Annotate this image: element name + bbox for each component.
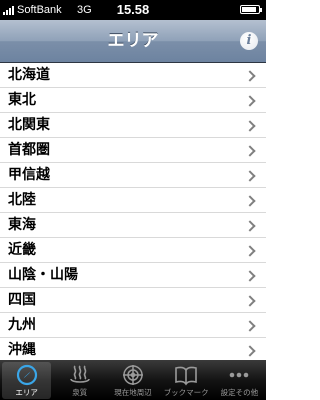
area-row[interactable]: 九州 [0,313,266,338]
area-label: 東海 [8,217,36,233]
tab-label: ブックマーク [163,388,209,397]
status-bar: SoftBank 3G 15.58 [0,0,266,20]
book-icon [174,364,198,386]
chevron-right-icon [244,220,256,232]
area-label: 東北 [8,92,36,108]
area-row[interactable]: 首都圏 [0,138,266,163]
hot-spring-icon [68,364,92,386]
area-label: 北陸 [8,192,36,208]
chevron-right-icon [244,245,256,257]
tab-item[interactable]: 現在地周辺 [106,360,159,400]
area-row[interactable]: 近畿 [0,238,266,263]
tab-item[interactable]: ブックマーク [160,360,213,400]
area-label: 四国 [8,292,36,308]
area-label: 山陰・山陽 [8,267,78,283]
chevron-right-icon [244,195,256,207]
location-radar-icon [121,364,145,386]
area-label: 九州 [8,317,36,333]
area-label: 沖縄 [8,342,36,358]
chevron-right-icon [244,95,256,107]
tab-label: 設定その他 [220,388,259,397]
area-row[interactable]: 四国 [0,288,266,313]
nav-title: エリア [107,31,159,51]
tab-item[interactable]: 泉質 [53,360,106,400]
area-row[interactable]: 北海道 [0,63,266,88]
area-row[interactable]: 山陰・山陽 [0,263,266,288]
chevron-right-icon [244,345,256,357]
area-label: 北海道 [8,67,50,83]
tab-bar: エリア 泉質 現在地周辺 ブックマーク 設定その他 [0,360,266,400]
chevron-right-icon [244,70,256,82]
info-icon[interactable]: i [240,32,258,50]
area-label: 甲信越 [8,167,50,183]
chevron-right-icon [244,320,256,332]
area-row[interactable]: 東海 [0,213,266,238]
battery-icon [240,5,262,14]
area-row[interactable]: 甲信越 [0,163,266,188]
tab-item[interactable]: エリア [0,360,53,400]
area-label: 首都圏 [8,142,50,158]
area-row[interactable]: 沖縄 [0,338,266,360]
chevron-right-icon [244,295,256,307]
tab-item[interactable]: 設定その他 [213,360,266,400]
chevron-right-icon [244,145,256,157]
navigation-bar: エリア i [0,20,266,63]
tab-label: エリア [15,388,38,397]
area-label: 近畿 [8,242,36,258]
chevron-right-icon [244,120,256,132]
area-row[interactable]: 北陸 [0,188,266,213]
area-label: 北関東 [8,117,50,133]
compass-icon [15,364,39,386]
tab-label: 現在地周辺 [114,388,152,397]
tab-label: 泉質 [72,388,88,397]
chevron-right-icon [244,270,256,282]
more-dots-icon [227,364,251,386]
area-list: 北海道東北北関東首都圏甲信越北陸東海近畿山陰・山陽四国九州沖縄 [0,63,266,360]
status-time: 15.58 [116,2,150,17]
chevron-right-icon [244,170,256,182]
area-row[interactable]: 北関東 [0,113,266,138]
area-row[interactable]: 東北 [0,88,266,113]
